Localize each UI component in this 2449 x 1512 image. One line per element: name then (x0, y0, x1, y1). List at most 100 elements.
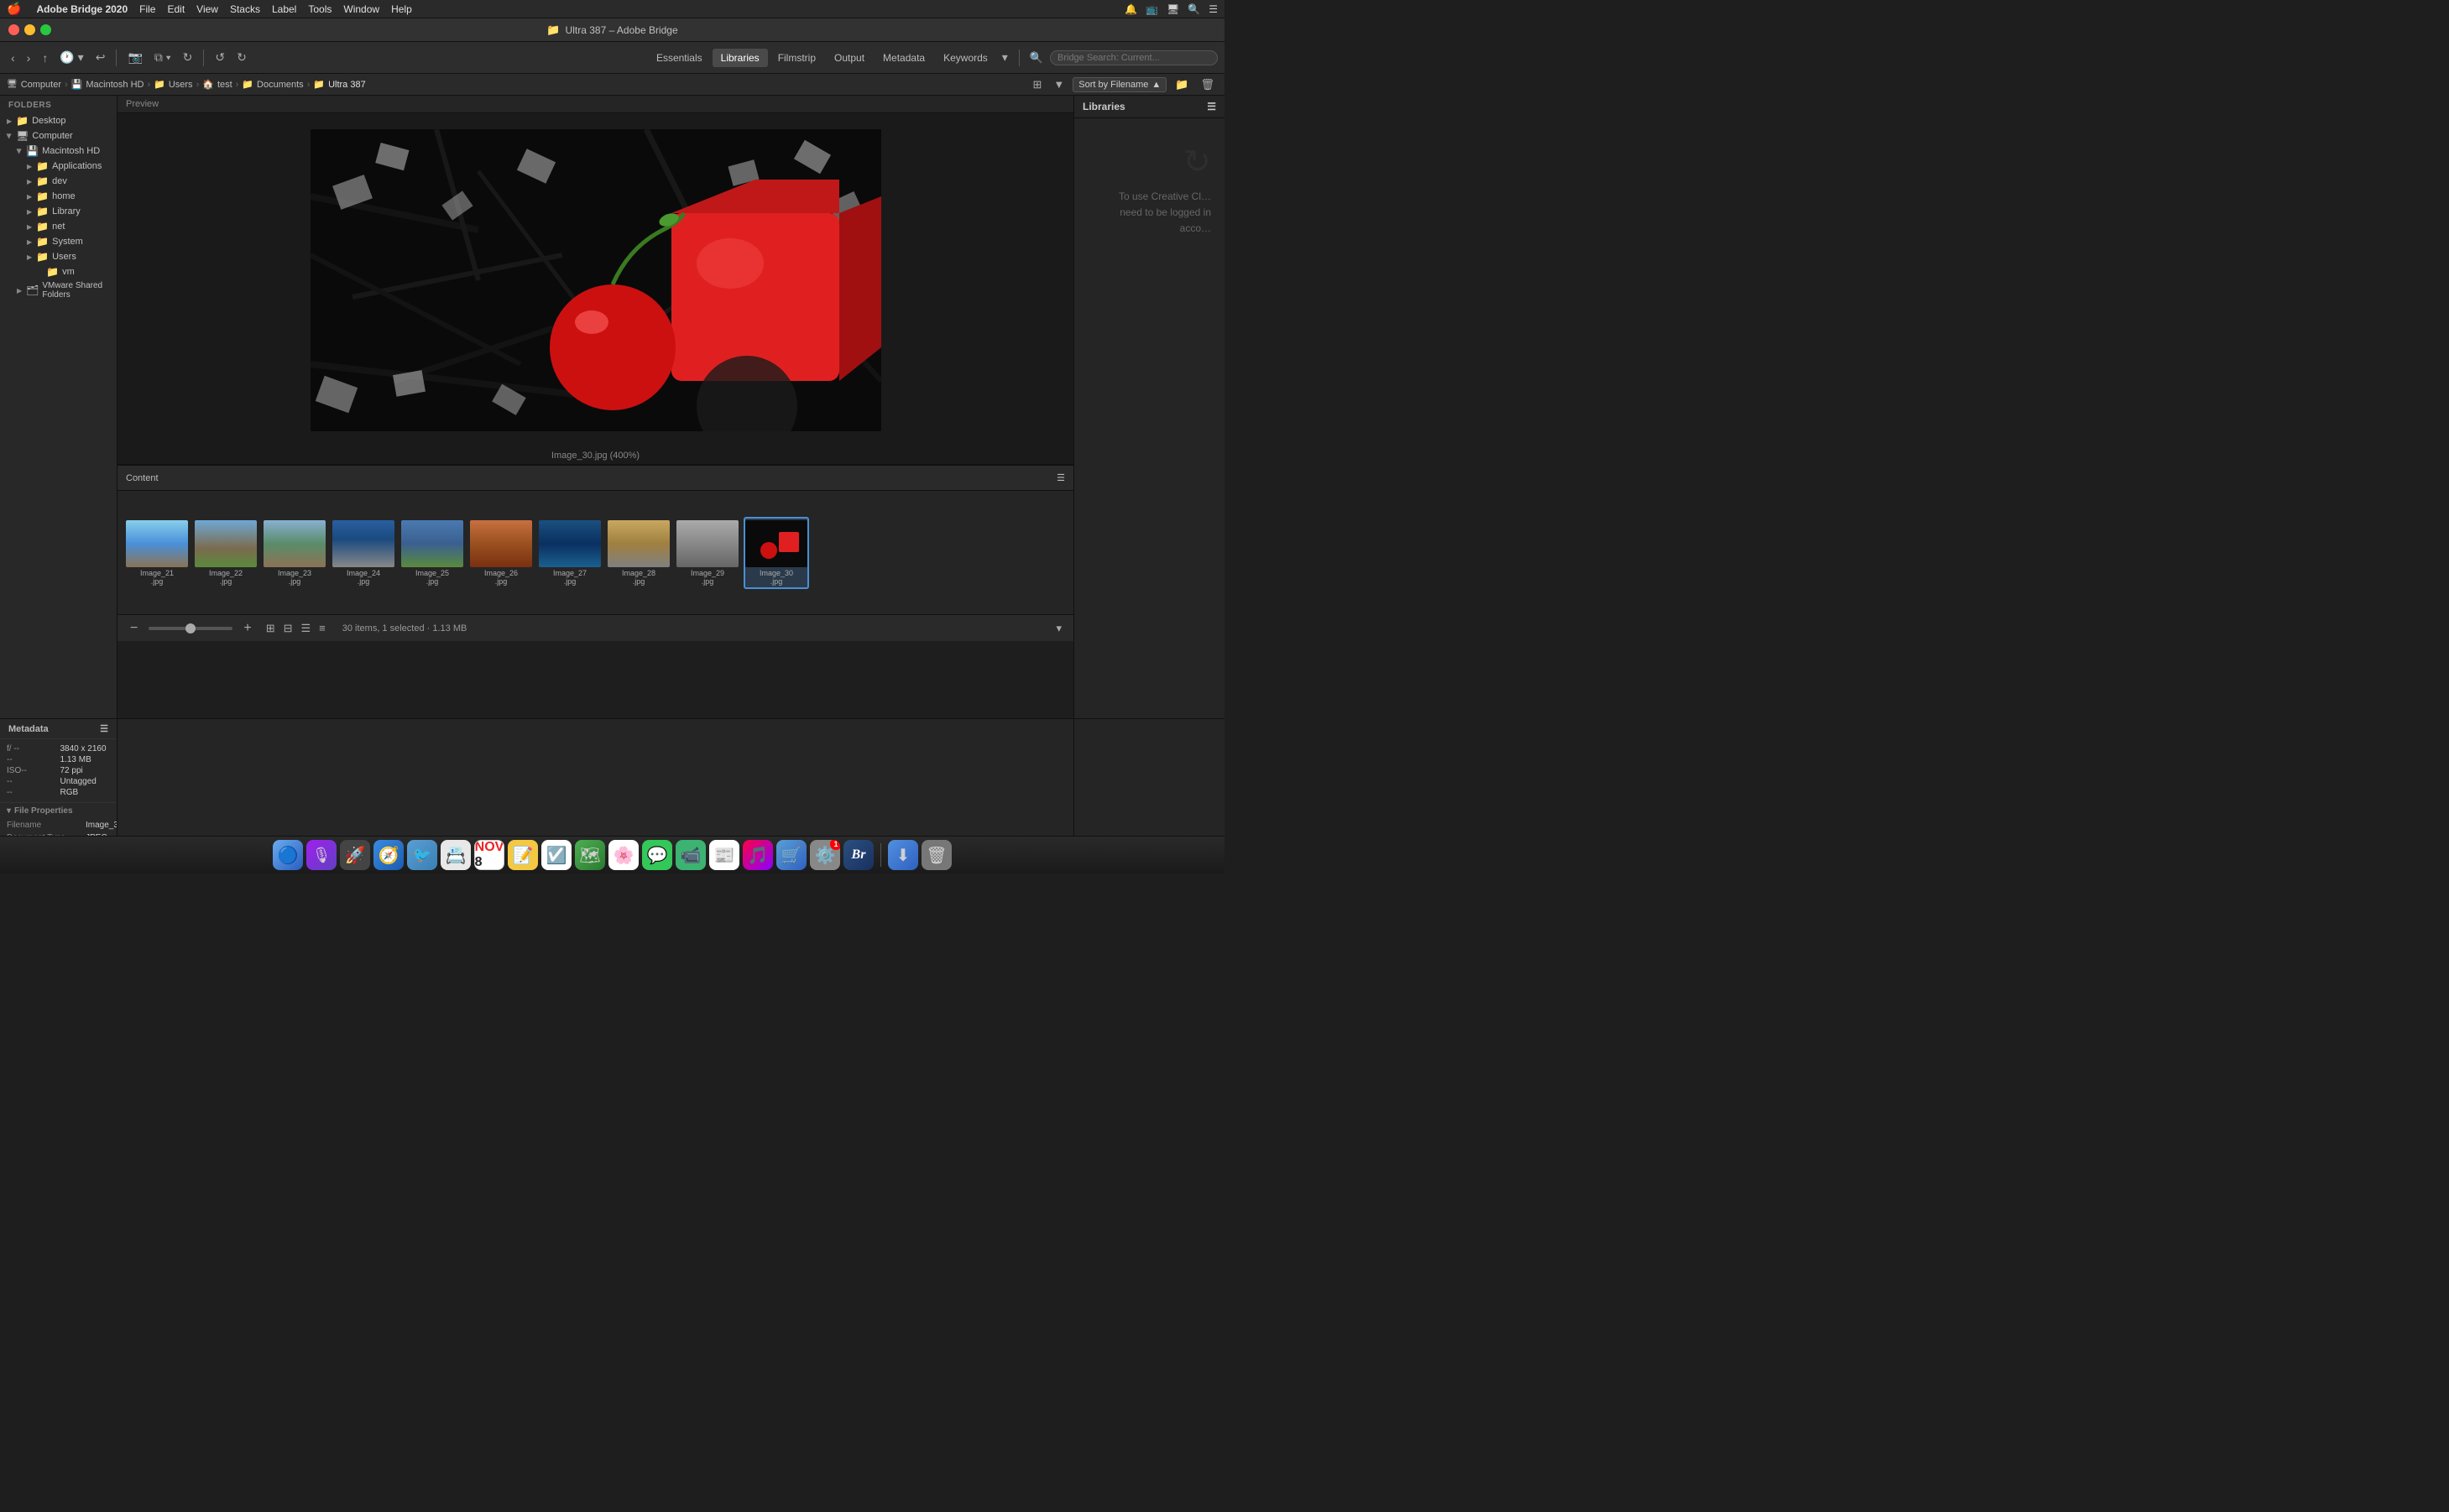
dock-downloads[interactable]: ⬇ (888, 840, 918, 870)
menu-help[interactable]: Help (391, 3, 412, 15)
grid-view-button[interactable]: ⊞ (263, 620, 279, 637)
breadcrumb-documents[interactable]: 📁 Documents (242, 79, 303, 90)
libraries-menu-icon[interactable]: ☰ (1207, 101, 1216, 112)
zoom-slider-thumb[interactable] (185, 623, 196, 633)
dock-messages[interactable]: 💬 (642, 840, 672, 870)
tab-essentials[interactable]: Essentials (648, 49, 711, 67)
grid-view-2-button[interactable]: ⊟ (280, 620, 296, 637)
search-placeholder[interactable]: Bridge Search: Current... (1057, 53, 1160, 63)
thumbnail-item-27[interactable]: Image_27.jpg (537, 519, 603, 587)
rotate-ccw-button[interactable]: ↩ (91, 48, 110, 67)
dock-facetime[interactable]: 📹 (676, 840, 706, 870)
dock-calendar[interactable]: NOV8 (474, 840, 504, 870)
dock-contacts[interactable]: 📇 (441, 840, 471, 870)
sidebar-item-dev[interactable]: ▶ 📁 dev (0, 174, 117, 189)
dock-tweetbot[interactable]: 🐦 (407, 840, 437, 870)
undo-button[interactable]: ↺ (211, 48, 229, 67)
fullscreen-button[interactable] (40, 24, 51, 35)
search-icon[interactable]: 🔍 (1026, 50, 1047, 66)
thumbnail-item-30[interactable]: Image_30.jpg (744, 517, 809, 589)
sidebar-item-net[interactable]: ▶ 📁 net (0, 219, 117, 234)
dock-bridge[interactable]: Br (843, 840, 874, 870)
sidebar-item-vmware[interactable]: ▶ 🗂 VMware Shared Folders (0, 279, 117, 301)
screen-icon[interactable]: 🖥 (1167, 3, 1179, 15)
dock-siri[interactable]: 🎙 (306, 840, 337, 870)
sort-dropdown[interactable]: Sort by Filename ▲ (1073, 77, 1167, 92)
filter-button[interactable]: ▼ (1050, 76, 1068, 92)
close-button[interactable] (8, 24, 19, 35)
panel-icon[interactable]: ☰ (1209, 3, 1218, 15)
sidebar-item-macintosh-hd[interactable]: ▶ 💾 Macintosh HD (0, 143, 117, 159)
thumbnail-item-22[interactable]: Image_22.jpg (193, 519, 258, 587)
dock-news[interactable]: 📰 (709, 840, 739, 870)
tab-filmstrip[interactable]: Filmstrip (770, 49, 824, 67)
dock-trash[interactable]: 🗑 (922, 840, 952, 870)
thumbnail-item-23[interactable]: Image_23.jpg (262, 519, 327, 587)
sidebar-item-applications[interactable]: ▶ 📁 Applications (0, 159, 117, 174)
sidebar-item-home[interactable]: ▶ 📁 home (0, 189, 117, 204)
history-button[interactable]: 🕐 ▾ (55, 48, 87, 67)
menu-file[interactable]: File (139, 3, 155, 15)
tab-output[interactable]: Output (826, 49, 873, 67)
filmstrip-scroll[interactable]: Image_21.jpg Image_22.jpg Image_23.jpg I… (117, 491, 1073, 614)
menu-window[interactable]: Window (343, 3, 379, 15)
sidebar-item-computer[interactable]: ▶ 🖥 Computer (0, 128, 117, 143)
metadata-menu-icon[interactable]: ☰ (100, 723, 108, 734)
dock-appstore[interactable]: 🛒 (776, 840, 807, 870)
dock-finder[interactable]: 🔵 (273, 840, 303, 870)
dock-photos[interactable]: 🌸 (608, 840, 639, 870)
up-button[interactable]: ↑ (38, 49, 52, 67)
dock-rocket[interactable]: 🚀 (340, 840, 370, 870)
apple-menu[interactable]: 🍎 (7, 2, 21, 16)
dock-safari[interactable]: 🧭 (373, 840, 404, 870)
delete-button[interactable]: 🗑 (1197, 76, 1218, 93)
sidebar-item-users[interactable]: ▶ 📁 Users (0, 249, 117, 264)
thumbnail-item-29[interactable]: Image_29.jpg (675, 519, 740, 587)
camera-settings-button[interactable]: 📷 (123, 48, 146, 67)
new-folder-button[interactable]: 📁 (1172, 76, 1192, 93)
dock-maps[interactable]: 🗺 (575, 840, 605, 870)
sync-button[interactable]: ↻ (179, 48, 197, 67)
breadcrumb-test[interactable]: 🏠 test (202, 79, 232, 90)
dock-systemprefs[interactable]: ⚙️ 1 (810, 840, 840, 870)
search-icon[interactable]: 🔍 (1188, 3, 1200, 15)
tab-libraries[interactable]: Libraries (713, 49, 768, 67)
view-options-button[interactable]: ▾ (1052, 620, 1065, 637)
thumbnail-item-28[interactable]: Image_28.jpg (606, 519, 671, 587)
forward-button[interactable]: › (23, 49, 35, 67)
sidebar-item-system[interactable]: ▶ 📁 System (0, 234, 117, 249)
sidebar-item-library[interactable]: ▶ 📁 Library (0, 204, 117, 219)
thumbnail-item-21[interactable]: Image_21.jpg (124, 519, 190, 587)
zoom-in-button[interactable]: + (239, 618, 255, 639)
breadcrumb-macintosh-hd[interactable]: 💾 Macintosh HD (71, 79, 144, 90)
breadcrumb-ultra387[interactable]: 📁 Ultra 387 (313, 79, 365, 90)
breadcrumb-users[interactable]: 📁 Users (154, 79, 192, 90)
list-view-button[interactable]: ☰ (298, 620, 315, 637)
redo-button[interactable]: ↻ (232, 48, 251, 67)
sidebar-item-desktop[interactable]: ▶ 📁 Desktop (0, 113, 117, 128)
tab-metadata[interactable]: Metadata (875, 49, 933, 67)
menu-tools[interactable]: Tools (308, 3, 332, 15)
dock-music[interactable]: 🎵 (743, 840, 773, 870)
thumbnail-item-26[interactable]: Image_26.jpg (468, 519, 534, 587)
workspace-more-button[interactable]: ▾ (998, 48, 1012, 67)
detail-view-button[interactable]: ≡ (316, 620, 329, 637)
menu-edit[interactable]: Edit (167, 3, 185, 15)
tab-keywords[interactable]: Keywords (935, 49, 996, 67)
thumbnail-item-24[interactable]: Image_24.jpg (331, 519, 396, 587)
content-menu-icon[interactable]: ☰ (1057, 472, 1065, 483)
zoom-out-button[interactable]: − (126, 618, 142, 639)
app-name[interactable]: Adobe Bridge 2020 (36, 3, 128, 15)
menu-label[interactable]: Label (272, 3, 296, 15)
menu-stacks[interactable]: Stacks (230, 3, 260, 15)
notification-icon[interactable]: 🔔 (1125, 3, 1137, 15)
sidebar-item-vm[interactable]: ▶ 📁 vm (0, 264, 117, 279)
menu-view[interactable]: View (196, 3, 218, 15)
minimize-button[interactable] (24, 24, 35, 35)
view-filter-button[interactable]: ⊞ (1029, 76, 1045, 93)
thumbnail-item-25[interactable]: Image_25.jpg (399, 519, 465, 587)
back-button[interactable]: ‹ (7, 49, 19, 67)
copy-button[interactable]: ⧉ ▾ (150, 48, 175, 67)
airplay-icon[interactable]: 📺 (1146, 3, 1158, 15)
dock-reminders[interactable]: ☑️ (541, 840, 572, 870)
